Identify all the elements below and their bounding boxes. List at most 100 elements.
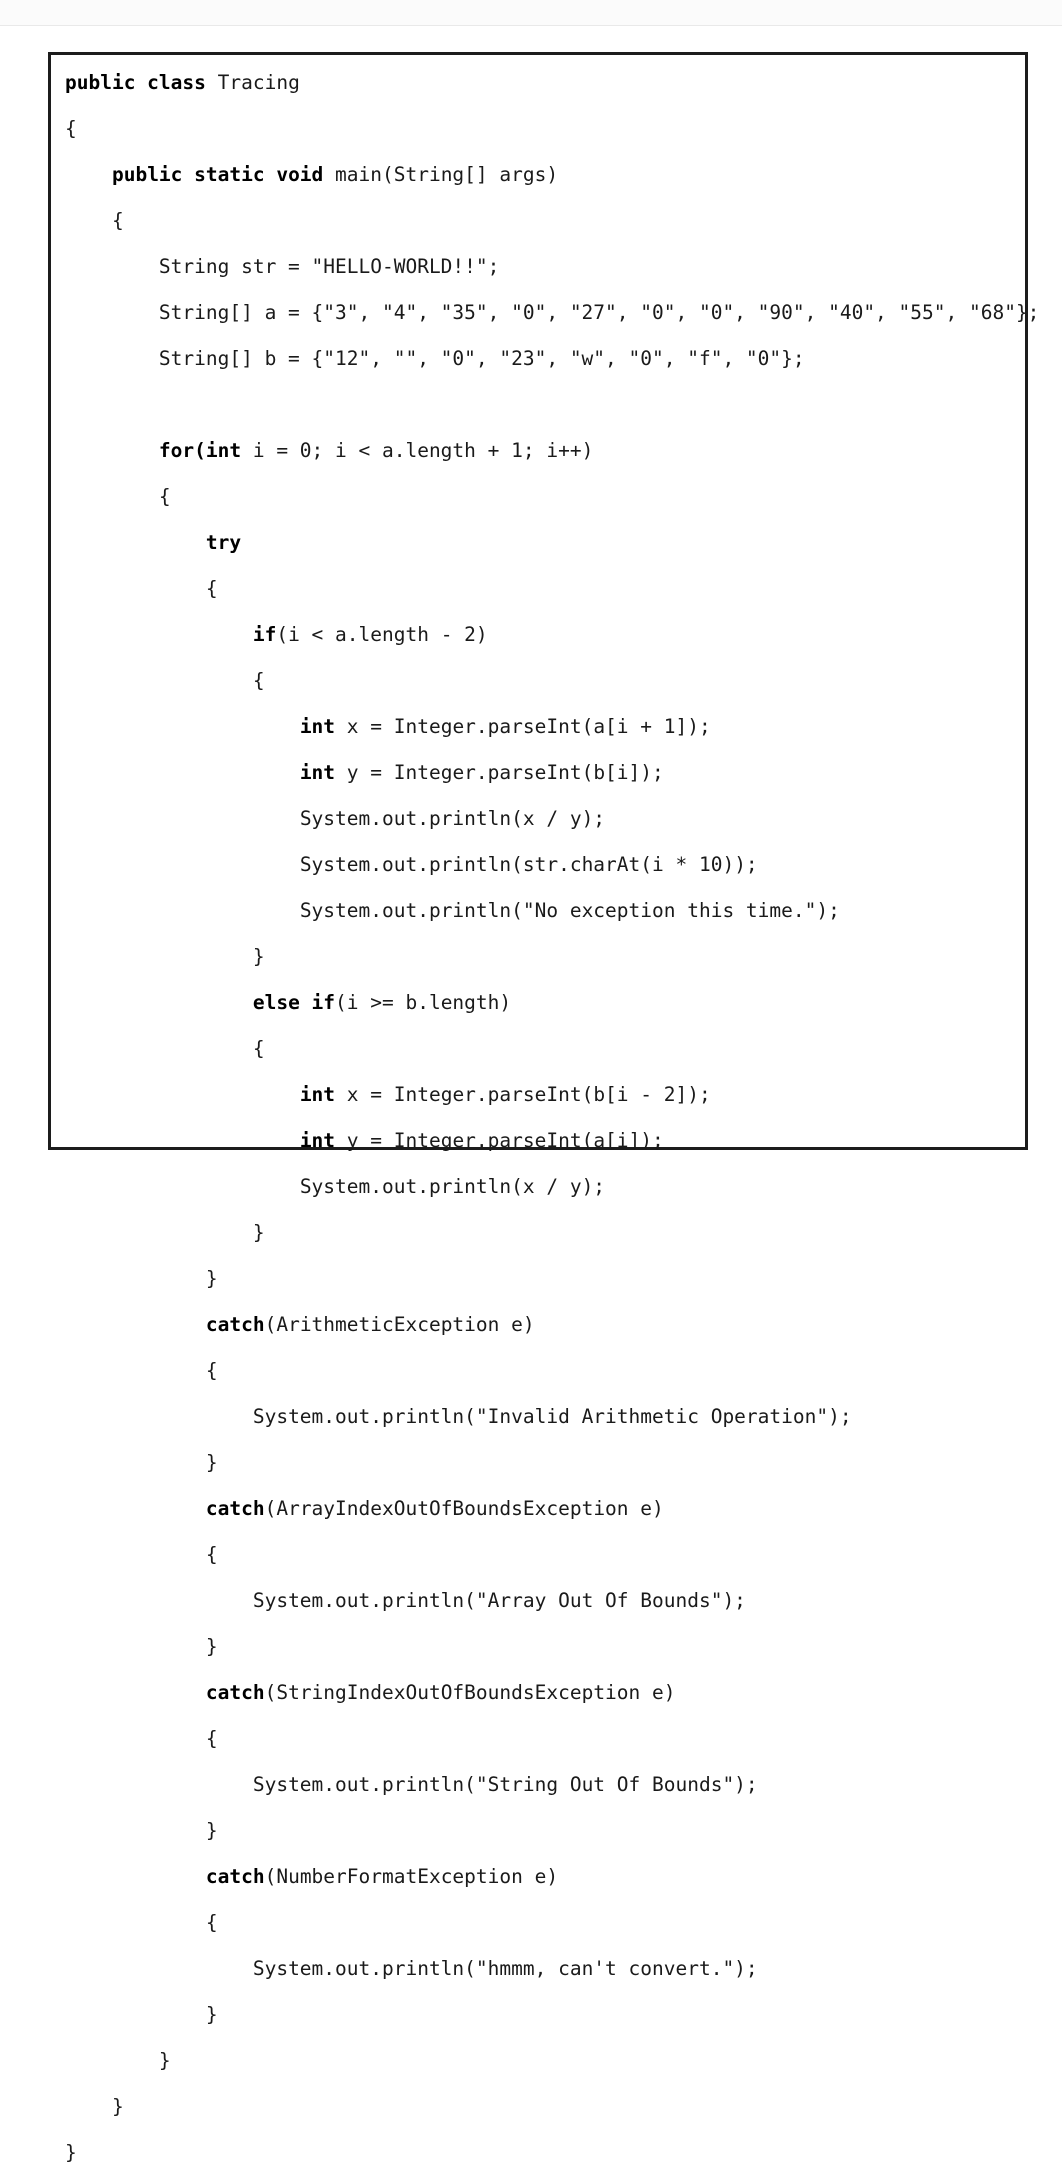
code-keyword: else if xyxy=(252,991,336,1014)
code-text: String str = "HELLO-WORLD!!"; xyxy=(158,255,500,278)
code-line: int y = Integer.parseInt(b[i]); xyxy=(65,750,1039,796)
code-text: } xyxy=(205,2003,218,2026)
code-text: (ArrayIndexOutOfBoundsException e) xyxy=(264,1497,664,1520)
code-keyword: public static void xyxy=(111,163,336,186)
code-line: if(i < a.length - 2) xyxy=(65,612,1039,658)
code-line: { xyxy=(65,106,1039,152)
code-text: } xyxy=(205,1267,218,1290)
code-keyword: if xyxy=(252,623,277,646)
code-text: System.out.println(x / y); xyxy=(299,807,606,830)
code-line: String[] b = {"12", "", "0", "23", "w", … xyxy=(65,336,1039,382)
code-line: String[] a = {"3", "4", "35", "0", "27",… xyxy=(65,290,1040,336)
code-line: { xyxy=(65,1348,1039,1394)
code-text: System.out.println("String Out Of Bounds… xyxy=(252,1773,758,1796)
code-line: catch(NumberFormatException e) xyxy=(65,1854,1039,1900)
code-line: public class Tracing xyxy=(65,60,1039,106)
code-text: } xyxy=(205,1635,218,1658)
code-text: } xyxy=(65,2141,77,2164)
code-line: { xyxy=(65,1026,1039,1072)
code-keyword: catch xyxy=(205,1865,265,1888)
code-text: } xyxy=(205,1451,218,1474)
code-text: { xyxy=(205,1543,218,1566)
code-line: { xyxy=(65,1900,1039,1946)
code-keyword: catch xyxy=(205,1313,265,1336)
code-keyword: catch xyxy=(205,1681,265,1704)
code-line: } xyxy=(65,2084,1039,2130)
code-line: System.out.println("Array Out Of Bounds"… xyxy=(65,1578,1039,1624)
code-line: else if(i >= b.length) xyxy=(65,980,1039,1026)
code-text: x = Integer.parseInt(b[i - 2]); xyxy=(346,1083,711,1106)
code-text: y = Integer.parseInt(a[i]); xyxy=(346,1129,664,1152)
code-line: try xyxy=(65,520,1039,566)
code-line: } xyxy=(65,934,1039,980)
code-keyword: int xyxy=(299,715,347,738)
code-line: System.out.println(str.charAt(i * 10)); xyxy=(65,842,1039,888)
code-line: } xyxy=(65,2038,1039,2084)
code-line: { xyxy=(65,658,1039,704)
code-line: { xyxy=(65,1532,1039,1578)
cropped-header-text xyxy=(95,14,275,28)
code-text: (i < a.length - 2) xyxy=(276,623,488,646)
code-line: { xyxy=(65,474,1039,520)
code-text: System.out.println("Array Out Of Bounds"… xyxy=(252,1589,746,1612)
code-keyword: try xyxy=(205,531,242,554)
code-line: { xyxy=(65,1716,1039,1762)
code-line: } xyxy=(65,1624,1039,1670)
code-line: } xyxy=(65,1992,1039,2038)
code-line: public static void main(String[] args) xyxy=(65,152,1039,198)
code-text: (i >= b.length) xyxy=(335,991,512,1014)
code-text: (ArithmeticException e) xyxy=(264,1313,535,1336)
code-text: System.out.println("No exception this ti… xyxy=(299,899,840,922)
code-text: } xyxy=(205,1819,218,1842)
code-text: x = Integer.parseInt(a[i + 1]); xyxy=(346,715,711,738)
code-text: System.out.println("hmmm, can't convert.… xyxy=(252,1957,758,1980)
code-keyword: catch xyxy=(205,1497,265,1520)
code-line: System.out.println("hmmm, can't convert.… xyxy=(65,1946,1039,1992)
code-text: { xyxy=(205,1911,218,1934)
code-text: { xyxy=(111,209,124,232)
code-line: int y = Integer.parseInt(a[i]); xyxy=(65,1118,1039,1164)
code-text: { xyxy=(205,577,218,600)
code-line: { xyxy=(65,198,1039,244)
code-listing-box: public class Tracing { public static void… xyxy=(48,52,1039,2164)
code-line: System.out.println(x / y); xyxy=(65,796,1039,842)
code-text: } xyxy=(111,2095,124,2118)
code-keyword: int xyxy=(299,1129,347,1152)
code-text: String[] a = {"3", "4", "35", "0", "27",… xyxy=(158,301,1040,324)
code-line: int x = Integer.parseInt(a[i + 1]); xyxy=(65,704,1039,750)
code-line: } xyxy=(65,1256,1039,1302)
code-keyword: int xyxy=(299,1083,347,1106)
code-keyword: for(int xyxy=(158,439,253,462)
code-text: System.out.println(x / y); xyxy=(299,1175,606,1198)
code-text: { xyxy=(252,1037,265,1060)
